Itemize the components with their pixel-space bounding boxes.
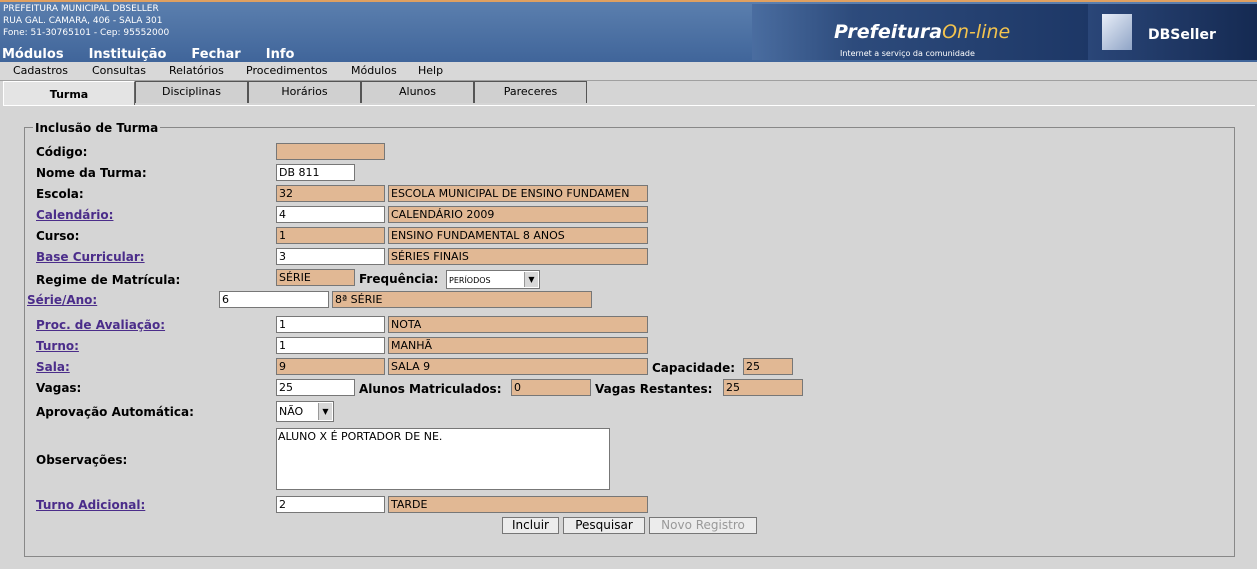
capacidade-field[interactable]: 25: [743, 358, 793, 375]
org-phone: Fone: 51-30765101 - Cep: 95552000: [3, 28, 170, 38]
tab-turma[interactable]: Turma: [3, 81, 135, 105]
escola-label: Escola:: [36, 187, 84, 201]
regime-field[interactable]: SÉRIE: [276, 269, 355, 286]
serie-ano-link[interactable]: Série/Ano:: [27, 293, 97, 307]
turno-adicional-code-field[interactable]: 2: [276, 496, 385, 513]
base-name-field[interactable]: SÉRIES FINAIS: [388, 248, 648, 265]
frequencia-label: Frequência:: [359, 272, 439, 286]
capacidade-label: Capacidade:: [652, 361, 736, 375]
base-curricular-link[interactable]: Base Curricular:: [36, 250, 145, 264]
vagas-label: Vagas:: [36, 381, 82, 395]
curso-label: Curso:: [36, 229, 80, 243]
serie-code-field[interactable]: 6: [219, 291, 329, 308]
prefeitura-online-logo: PrefeituraOn-line Internet a serviço da …: [752, 4, 1088, 60]
menu-cadastros[interactable]: Cadastros: [13, 64, 68, 77]
calendario-name-field[interactable]: CALENDÁRIO 2009: [388, 206, 648, 223]
curso-name-field[interactable]: ENSINO FUNDAMENTAL 8 ANOS: [388, 227, 648, 244]
turno-adicional-name-field[interactable]: TARDE: [388, 496, 648, 513]
dbseller-logo: DBSeller: [1088, 4, 1257, 60]
menu-consultas[interactable]: Consultas: [92, 64, 146, 77]
incluir-button[interactable]: Incluir: [502, 517, 559, 534]
logo-prefeitura-text: Prefeitura: [834, 21, 943, 43]
main-menu: Módulos Instituição Fechar Info: [2, 47, 319, 62]
tab-disciplinas[interactable]: Disciplinas: [135, 81, 248, 103]
novo-registro-button[interactable]: Novo Registro: [649, 517, 757, 534]
sala-code-field[interactable]: 9: [276, 358, 385, 375]
chevron-down-icon: ▼: [524, 272, 538, 287]
alunos-matriculados-field[interactable]: 0: [511, 379, 591, 396]
observacoes-label: Observações:: [36, 453, 128, 467]
pesquisar-button[interactable]: Pesquisar: [563, 517, 645, 534]
proc-code-field[interactable]: 1: [276, 316, 385, 333]
tab-pareceres[interactable]: Pareceres: [474, 81, 587, 103]
chevron-down-icon: ▼: [318, 403, 332, 420]
serie-name-field[interactable]: 8ª SÉRIE: [332, 291, 592, 308]
dbseller-cube-icon: [1102, 14, 1132, 50]
calendario-link[interactable]: Calendário:: [36, 208, 113, 222]
turno-link[interactable]: Turno:: [36, 339, 79, 353]
aprovacao-selected: NÃO: [279, 405, 304, 418]
menu-bar: Cadastros Consultas Relatórios Procedime…: [0, 62, 1257, 81]
turno-adicional-link[interactable]: Turno Adicional:: [36, 498, 145, 512]
menu-modulos[interactable]: Módulos: [351, 64, 397, 77]
main-menu-fechar[interactable]: Fechar: [191, 47, 240, 62]
logo-online-text: On-line: [942, 21, 1011, 43]
escola-code-field[interactable]: 32: [276, 185, 385, 202]
vagas-restantes-field[interactable]: 25: [723, 379, 803, 396]
turno-code-field[interactable]: 1: [276, 337, 385, 354]
menu-help[interactable]: Help: [418, 64, 443, 77]
main-menu-info[interactable]: Info: [266, 47, 295, 62]
escola-name-field[interactable]: ESCOLA MUNICIPAL DE ENSINO FUNDAMEN: [388, 185, 648, 202]
nome-turma-label: Nome da Turma:: [36, 166, 147, 180]
turno-name-field[interactable]: MANHÃ: [388, 337, 648, 354]
aprovacao-select[interactable]: NÃO ▼: [276, 401, 334, 422]
curso-code-field[interactable]: 1: [276, 227, 385, 244]
proc-avaliacao-link[interactable]: Proc. de Avaliação:: [36, 318, 165, 332]
menu-procedimentos[interactable]: Procedimentos: [246, 64, 328, 77]
org-address: RUA GAL. CAMARA, 406 - SALA 301: [3, 16, 163, 26]
codigo-field[interactable]: [276, 143, 385, 160]
vagas-field[interactable]: 25: [276, 379, 355, 396]
proc-name-field[interactable]: NOTA: [388, 316, 648, 333]
aprovacao-label: Aprovação Automática:: [36, 405, 194, 419]
logo-tagline: Internet a serviço da comunidade: [840, 49, 975, 58]
tab-horarios[interactable]: Horários: [248, 81, 361, 103]
nome-turma-field[interactable]: DB 811: [276, 164, 355, 181]
vagas-restantes-label: Vagas Restantes:: [595, 382, 713, 396]
main-menu-modulos[interactable]: Módulos: [2, 47, 64, 62]
regime-label: Regime de Matrícula:: [36, 273, 181, 287]
alunos-matriculados-label: Alunos Matriculados:: [359, 382, 502, 396]
codigo-label: Código:: [36, 145, 88, 159]
org-info: PREFEITURA MUNICIPAL DBSELLER RUA GAL. C…: [3, 3, 169, 39]
dbseller-logo-text: DBSeller: [1148, 27, 1216, 43]
observacoes-textarea[interactable]: ALUNO X É PORTADOR DE NE.: [276, 428, 610, 490]
calendario-code-field[interactable]: 4: [276, 206, 385, 223]
sala-link[interactable]: Sala:: [36, 360, 70, 374]
frequencia-select[interactable]: PERÍODOS ▼: [446, 270, 540, 289]
base-code-field[interactable]: 3: [276, 248, 385, 265]
main-menu-instituicao[interactable]: Instituição: [89, 47, 167, 62]
sala-name-field[interactable]: SALA 9: [388, 358, 648, 375]
menu-relatorios[interactable]: Relatórios: [169, 64, 224, 77]
form-legend: Inclusão de Turma: [33, 121, 161, 135]
tab-alunos[interactable]: Alunos: [361, 81, 474, 103]
frequencia-selected: PERÍODOS: [449, 276, 491, 285]
org-name: PREFEITURA MUNICIPAL DBSELLER: [3, 4, 159, 14]
